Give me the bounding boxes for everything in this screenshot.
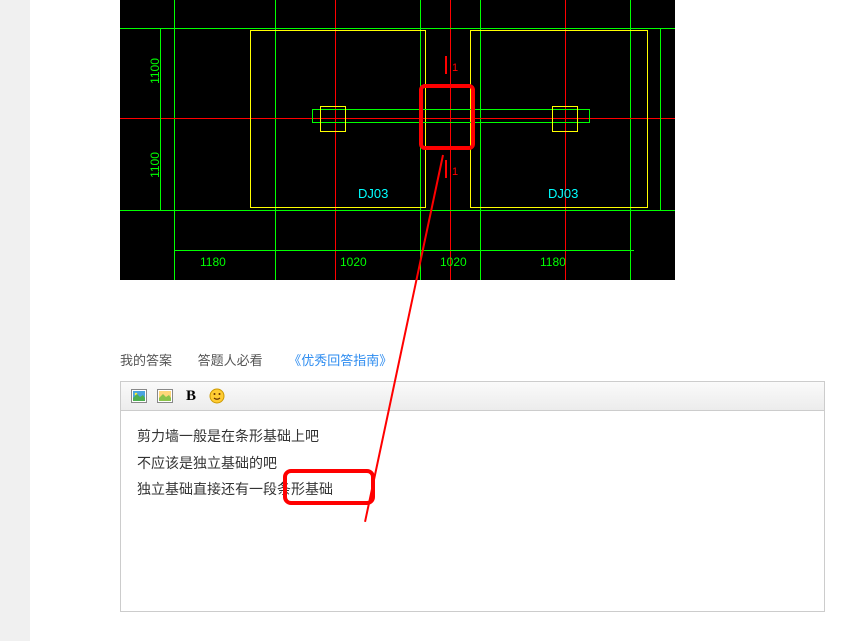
tab-guide-link[interactable]: 《优秀回答指南》 <box>288 350 392 369</box>
tab-must-read: 答题人必看 <box>198 350 263 369</box>
editor-line-1: 剪力墙一般是在条形基础上吧 <box>137 423 808 450</box>
section-mark-top: 1 <box>452 62 458 74</box>
page-container: 1100 1100 1180 1020 1020 1180 DJ03 DJ03 … <box>30 0 843 641</box>
insert-image2-button[interactable] <box>155 386 175 406</box>
insert-image-button[interactable] <box>129 386 149 406</box>
editor: B 剪力墙一般是在条形基础上吧 不应该是独立基础的吧 独立基础直接还有一段条形基… <box>120 381 825 612</box>
emoji-icon <box>209 388 225 404</box>
cad-drawing: 1100 1100 1180 1020 1020 1180 DJ03 DJ03 … <box>120 0 675 280</box>
dim-b-2: 1020 <box>340 255 367 269</box>
emoji-button[interactable] <box>207 386 227 406</box>
image-icon <box>131 389 147 403</box>
cad-wrapper: 1100 1100 1180 1020 1020 1180 DJ03 DJ03 … <box>30 0 843 280</box>
dim-b-3: 1020 <box>440 255 467 269</box>
column-right <box>552 106 578 132</box>
answer-tabs: 我的答案 答题人必看 《优秀回答指南》 <box>120 350 825 369</box>
editor-content[interactable]: 剪力墙一般是在条形基础上吧 不应该是独立基础的吧 独立基础直接还有一段条形基础 <box>121 411 824 611</box>
dim-left-1: 1100 <box>148 58 162 84</box>
dim-left-2: 1100 <box>148 152 162 178</box>
footing-label-right: DJ03 <box>548 186 578 201</box>
dim-b-1: 1180 <box>200 255 226 269</box>
editor-toolbar: B <box>121 382 824 411</box>
answer-section: 我的答案 答题人必看 《优秀回答指南》 B 剪力墙一般是在条形基础上吧 不应该是… <box>30 280 843 612</box>
editor-line-3: 独立基础直接还有一段条形基础 <box>137 476 808 503</box>
section-mark-bottom: 1 <box>452 166 458 178</box>
column-left <box>320 106 346 132</box>
image2-icon <box>157 389 173 403</box>
editor-line-2: 不应该是独立基础的吧 <box>137 450 808 477</box>
footing-label-left: DJ03 <box>358 186 388 201</box>
dim-b-4: 1180 <box>540 255 566 269</box>
bold-button[interactable]: B <box>181 386 201 406</box>
highlight-center <box>419 84 475 150</box>
tab-my-answer[interactable]: 我的答案 <box>120 350 172 369</box>
